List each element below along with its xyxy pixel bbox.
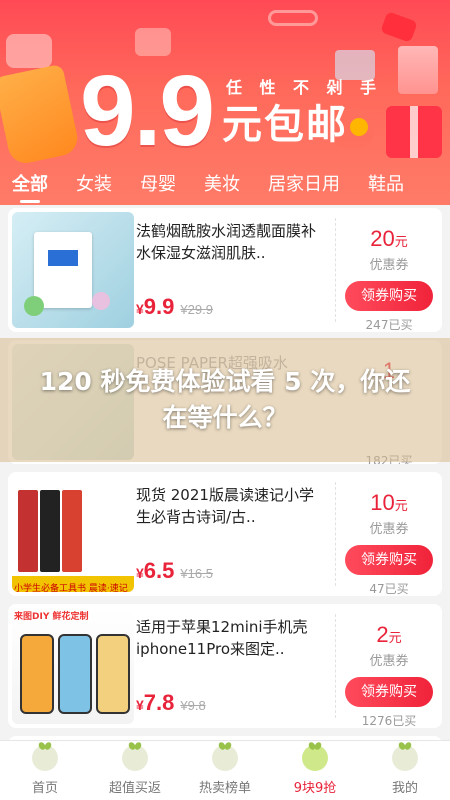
coupon-panel: 2元 优惠券 领券购买 1276已买 <box>336 604 442 728</box>
handbag-icon <box>6 34 52 68</box>
bottom-nav: 首页 超值买返 热卖榜单 9块9抢 我的 <box>0 740 450 800</box>
product-image[interactable] <box>12 212 134 328</box>
present-image <box>386 106 442 158</box>
nav-label: 热卖榜单 <box>198 781 251 796</box>
product-price: 6.5 <box>143 558 175 583</box>
coupon-unit: 元 <box>394 234 408 249</box>
nav-label: 9块9抢 <box>293 781 337 796</box>
coupon-value: 20元 <box>336 226 442 252</box>
original-price: ¥16.5 <box>180 566 213 581</box>
tab-womens-clothing[interactable]: 女装 <box>76 170 112 196</box>
fruit-image <box>350 118 368 136</box>
promo-banner[interactable]: 任 性 不 剁 手 9.9 元包邮 全部 女装 母婴 美妆 居家日用 鞋品 <box>0 0 450 205</box>
product-card[interactable]: 来图DIY 鲜花定制 适用于苹果12mini手机壳iphone11Pro来图定.… <box>8 604 442 728</box>
nav-item-9-9-deals[interactable]: 9块9抢 <box>270 741 360 800</box>
product-price: 7.8 <box>143 690 175 715</box>
nav-item-mine[interactable]: 我的 <box>360 741 450 800</box>
sold-count: 247已买 <box>365 318 413 332</box>
coupon-label: 优惠券 <box>369 522 409 537</box>
trial-message: 120 秒免费体验试看 5 次，你还在等什么？ <box>39 367 411 432</box>
image-caption: 来图DIY 鲜花定制 <box>14 612 89 622</box>
tab-beauty[interactable]: 美妆 <box>204 170 240 196</box>
banner-slogan: 任 性 不 剁 手 <box>226 74 376 97</box>
product-title[interactable]: 适用于苹果12mini手机壳iphone11Pro来图定.. <box>136 616 328 662</box>
image-caption: 小学生必备工具书 晨读·速记 <box>14 584 128 592</box>
sprout-icon <box>302 745 328 771</box>
get-coupon-button[interactable]: 领券购买 <box>345 677 433 707</box>
image-caption-strip: 小学生必备工具书 晨读·速记 <box>12 576 134 592</box>
nav-label: 超值买返 <box>108 781 161 796</box>
coat-image <box>0 63 81 167</box>
price-row: ¥7.8 ¥9.8 <box>136 690 206 716</box>
product-price: 9.9 <box>143 294 175 319</box>
decoration-ball <box>24 296 44 316</box>
nav-item-home[interactable]: 首页 <box>0 741 90 800</box>
toy-blocks-image <box>135 28 171 56</box>
product-title[interactable]: 现货 2021版晨读速记小学生必背古诗词/古.. <box>136 484 328 530</box>
product-card[interactable]: 法鹤烟酰胺水润透靓面膜补水保湿女滋润肌肤.. ¥9.9 ¥29.9 20元 优惠券… <box>8 208 442 332</box>
coupon-panel: 10元 优惠券 领券购买 47已买 <box>336 472 442 596</box>
book-image <box>18 490 38 572</box>
phone-case-image <box>20 634 54 714</box>
slogan-char: 性 <box>259 80 276 97</box>
get-coupon-button[interactable]: 领券购买 <box>345 281 433 311</box>
book-image <box>62 490 82 572</box>
slogan-char: 剁 <box>326 80 343 97</box>
product-title[interactable]: 法鹤烟酰胺水润透靓面膜补水保湿女滋润肌肤.. <box>136 220 328 266</box>
nav-item-value-cashback[interactable]: 超值买返 <box>90 741 180 800</box>
slogan-char: 不 <box>292 80 309 97</box>
price-row: ¥6.5 ¥16.5 <box>136 558 213 584</box>
currency-symbol: ¥ <box>136 565 144 581</box>
banner-price: 9.9 <box>80 55 215 167</box>
original-price: ¥29.9 <box>180 302 213 317</box>
decoration-ball <box>92 292 110 310</box>
category-tabs: 全部 女装 母婴 美妆 居家日用 鞋品 <box>0 166 450 203</box>
book-image <box>40 490 60 572</box>
coupon-label: 优惠券 <box>369 654 409 669</box>
coupon-value: 10元 <box>336 490 442 516</box>
sprout-icon <box>32 745 58 771</box>
tab-home-daily[interactable]: 居家日用 <box>268 170 340 196</box>
product-image[interactable]: 来图DIY 鲜花定制 <box>12 608 134 724</box>
lipstick-image <box>380 11 418 43</box>
currency-symbol: ¥ <box>136 301 144 317</box>
glasses-image <box>268 10 318 26</box>
product-card[interactable]: 小学生必备工具书 晨读·速记 现货 2021版晨读速记小学生必背古诗词/古.. … <box>8 472 442 596</box>
phone-case-image <box>58 634 92 714</box>
slogan-char: 手 <box>359 80 376 97</box>
gift-box-image <box>398 46 438 94</box>
tab-shoes[interactable]: 鞋品 <box>368 170 404 196</box>
coupon-label: 优惠券 <box>369 258 409 273</box>
phone-case-image <box>96 634 130 714</box>
sprout-icon <box>122 745 148 771</box>
coupon-unit: 元 <box>394 498 408 513</box>
coupon-amount: 2 <box>376 622 389 647</box>
coupon-amount: 10 <box>370 490 395 515</box>
sprout-icon <box>212 745 238 771</box>
currency-symbol: ¥ <box>136 697 144 713</box>
tab-all[interactable]: 全部 <box>12 170 48 203</box>
banner-price-suffix: 元包邮 <box>222 102 348 148</box>
nav-label: 我的 <box>391 781 418 796</box>
coupon-amount: 20 <box>370 226 395 251</box>
nav-label: 首页 <box>31 781 58 796</box>
sold-count: 47已买 <box>369 582 409 596</box>
sold-count: 1276已买 <box>361 714 417 728</box>
slogan-char: 任 <box>226 80 243 97</box>
coupon-panel: 20元 优惠券 领券购买 247已买 <box>336 208 442 332</box>
sprout-icon <box>392 745 418 771</box>
coupon-value: 2元 <box>336 622 442 648</box>
original-price: ¥9.8 <box>180 698 206 713</box>
coupon-unit: 元 <box>388 630 402 645</box>
price-row: ¥9.9 ¥29.9 <box>136 294 213 320</box>
mask-pack-image <box>34 232 92 308</box>
tab-mother-baby[interactable]: 母婴 <box>140 170 176 196</box>
product-image[interactable]: 小学生必备工具书 晨读·速记 <box>12 476 134 592</box>
get-coupon-button[interactable]: 领券购买 <box>345 545 433 575</box>
nav-item-hot-list[interactable]: 热卖榜单 <box>180 741 270 800</box>
